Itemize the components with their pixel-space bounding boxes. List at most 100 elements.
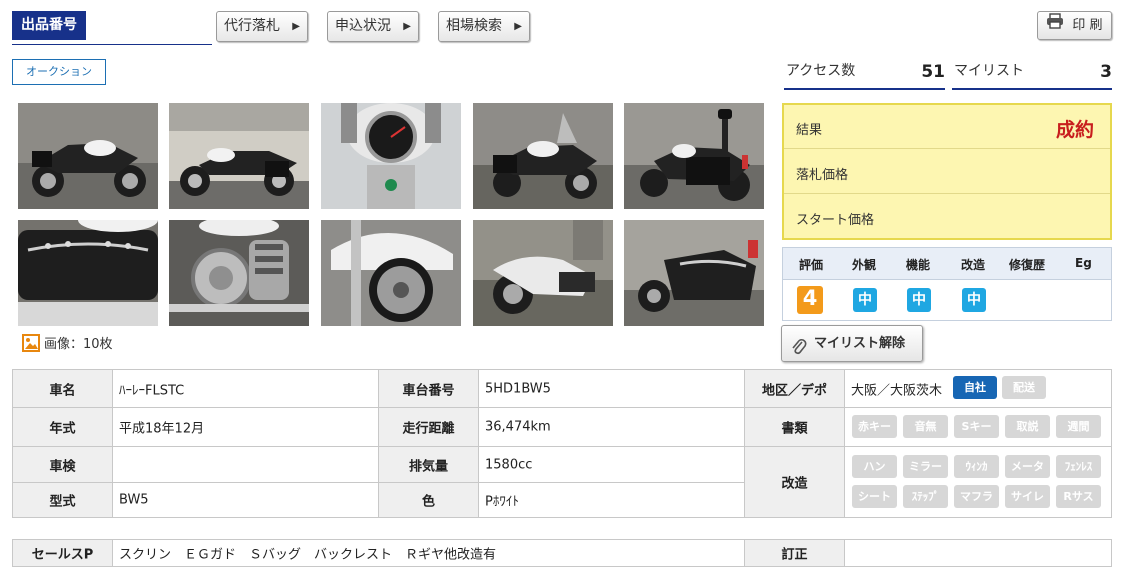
eval-header-function: 機能 xyxy=(906,258,931,272)
mod-chip-winker: ｳｨﾝｶ xyxy=(954,455,999,478)
frame-number-value: 5HD1BW5 xyxy=(485,381,551,396)
displacement-value: 1580cc xyxy=(485,457,533,472)
spec-cell: Pﾎﾜｲﾄ xyxy=(479,483,745,517)
winning-price-row: 落札価格 xyxy=(784,150,1110,194)
spec-header: セールスP xyxy=(13,540,113,566)
spec-cell: 大阪／大阪茨木 自社 配送 xyxy=(845,370,1111,408)
color-label: 色 xyxy=(421,494,435,510)
sales-points-label: セールスP xyxy=(31,547,94,563)
inspection-label: 車検 xyxy=(49,459,76,474)
evaluation-table: 評価 外観 機能 改造 修復歴 Eg 4 中 中 中 xyxy=(782,247,1112,321)
mileage-value: 36,474km xyxy=(485,419,551,435)
spec-header: 排気量 xyxy=(379,447,479,483)
mod-chip-muffler: マフラ xyxy=(954,485,999,508)
modification-label: 改造 xyxy=(781,476,808,492)
eval-header-repair-history: 修復歴 xyxy=(1009,258,1046,272)
delivery-chip: 配送 xyxy=(1002,376,1046,399)
region-label: 地区／デポ xyxy=(761,383,827,398)
image-count: 画像：10枚 xyxy=(22,333,113,356)
mod-chip-silencer: サイレ xyxy=(1005,485,1050,508)
spec-cell: BW5 xyxy=(113,483,379,517)
photo-thumbnail-8[interactable] xyxy=(321,220,461,326)
eval-header-rating: 評価 xyxy=(799,258,824,272)
doc-chip-s-key: Sキー xyxy=(954,415,999,438)
photo-thumbnail-5[interactable] xyxy=(624,103,764,209)
mod-chip-step: ｽﾃｯﾌﾟ xyxy=(903,485,948,508)
spec-cell: 1580cc xyxy=(479,447,745,483)
model-type-label: 型式 xyxy=(49,494,76,510)
remove-mylist-button[interactable]: マイリスト解除 xyxy=(781,325,923,362)
function-badge: 中 xyxy=(907,288,931,312)
photo-thumbnail-10[interactable] xyxy=(624,220,764,326)
arrow-right-icon: ▶ xyxy=(292,21,300,32)
documents-label: 書類 xyxy=(781,421,808,437)
spec-cell: 5HD1BW5 xyxy=(479,370,745,408)
photo-thumbnail-6[interactable] xyxy=(18,220,158,326)
spec-header: 色 xyxy=(379,483,479,517)
spec-cell: 36,474km xyxy=(479,408,745,447)
photo-thumbnail-9[interactable] xyxy=(473,220,613,326)
spec-cell: ﾊｰﾚｰFLSTC xyxy=(113,370,379,408)
doc-chip-no-sound: 音無 xyxy=(903,415,948,438)
spec-cell: スクリン ＥＧガド Ｓバッグ バックレスト Ｒギヤ他改造有 xyxy=(113,540,745,566)
spec-header: 地区／デポ xyxy=(745,370,845,408)
spec-header: 訂正 xyxy=(745,540,845,566)
mod-chip-handle: ハン xyxy=(852,455,897,478)
proxy-bid-label: 代行落札 xyxy=(224,18,280,34)
mod-chip-fenderless: ﾌｪﾝﾚｽ xyxy=(1056,455,1101,478)
access-count-value: 51 xyxy=(921,62,945,82)
access-count-label: アクセス数 xyxy=(786,63,856,79)
spec-header: 車検 xyxy=(13,447,113,483)
proxy-bid-button[interactable]: 代行落札 ▶ xyxy=(216,11,308,42)
color-value: Pﾎﾜｲﾄ xyxy=(485,494,519,510)
year-value: 平成18年12月 xyxy=(119,421,205,437)
photo-thumbnail-7[interactable] xyxy=(169,220,309,326)
image-icon xyxy=(22,333,40,356)
photo-thumbnail-3[interactable] xyxy=(321,103,461,209)
listing-number-underline xyxy=(12,44,212,45)
sales-points-value: スクリン ＥＧガド Ｓバッグ バックレスト Ｒギヤ他改造有 xyxy=(119,547,497,563)
mylist-count-value: 3 xyxy=(1100,62,1112,82)
mylist-count: マイリスト 3 xyxy=(952,58,1112,90)
modification-badge: 中 xyxy=(962,288,986,312)
photo-thumbnail-1[interactable] xyxy=(18,103,158,209)
frame-number-label: 車台番号 xyxy=(402,383,455,398)
doc-chip-manual: 取説 xyxy=(1005,415,1050,438)
vehicle-spec-table: 車名 ﾊｰﾚｰFLSTC 車台番号 5HD1BW5 地区／デポ 大阪／大阪茨木 … xyxy=(12,369,1112,518)
image-count-label: 画像：10枚 xyxy=(44,337,113,352)
doc-chip-weekly: 週間 xyxy=(1056,415,1101,438)
spec-header: 書類 xyxy=(745,408,845,447)
own-company-chip: 自社 xyxy=(953,376,997,399)
winning-price-label: 落札価格 xyxy=(796,168,849,183)
spec-header: 年式 xyxy=(13,408,113,447)
correction-label: 訂正 xyxy=(781,547,808,563)
application-status-label: 申込状況 xyxy=(335,18,391,34)
paperclip-icon xyxy=(791,335,807,370)
evaluation-header: 評価 外観 機能 改造 修復歴 Eg xyxy=(783,248,1111,280)
application-status-button[interactable]: 申込状況 ▶ xyxy=(327,11,419,42)
print-button[interactable]: 印 刷 xyxy=(1037,11,1112,40)
car-name-value: ﾊｰﾚｰFLSTC xyxy=(119,383,185,398)
access-count: アクセス数 51 xyxy=(784,58,945,90)
spec-cell: 平成18年12月 xyxy=(113,408,379,447)
mod-chip-rear-suspension: Rサス xyxy=(1056,485,1101,508)
market-search-label: 相場検索 xyxy=(446,18,502,34)
listing-number-label: 出品番号 xyxy=(12,11,86,40)
sales-points-table: セールスP スクリン ＥＧガド Ｓバッグ バックレスト Ｒギヤ他改造有 訂正 xyxy=(12,539,1112,567)
model-type-value: BW5 xyxy=(119,492,149,508)
doc-chip-red-key: 赤キー xyxy=(852,415,897,438)
mileage-label: 走行距離 xyxy=(402,421,455,437)
photo-thumbnail-2[interactable] xyxy=(169,103,309,209)
mod-chip-meter: メータ xyxy=(1005,455,1050,478)
spec-header: 走行距離 xyxy=(379,408,479,447)
spec-cell: ハン ミラー ｳｨﾝｶ メータ ﾌｪﾝﾚｽ シート ｽﾃｯﾌﾟ マフラ サイレ … xyxy=(845,447,1111,517)
auction-tag: オークション xyxy=(12,59,106,85)
market-search-button[interactable]: 相場検索 ▶ xyxy=(438,11,530,42)
displacement-label: 排気量 xyxy=(408,459,448,474)
mod-chip-seat: シート xyxy=(852,485,897,508)
year-label: 年式 xyxy=(49,421,76,437)
start-price-label: スタート価格 xyxy=(796,213,875,228)
printer-icon xyxy=(1046,12,1064,39)
car-name-label: 車名 xyxy=(49,383,76,398)
photo-thumbnail-4[interactable] xyxy=(473,103,613,209)
